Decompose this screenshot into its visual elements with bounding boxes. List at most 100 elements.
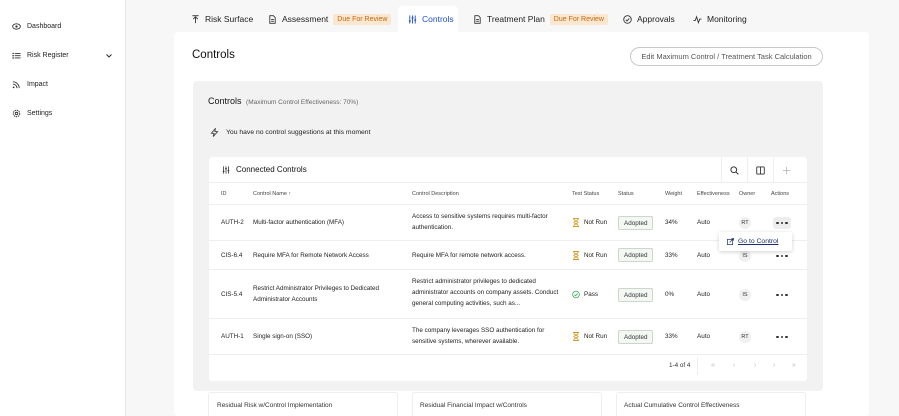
tab-assessment[interactable]: Assessment Due For Review <box>268 11 392 27</box>
plus-icon <box>782 166 791 174</box>
tab-controls[interactable]: Controls <box>408 11 454 27</box>
sidebar-item-dashboard[interactable]: Dashboard <box>12 22 61 31</box>
status-badge[interactable]: Adopted <box>618 288 654 302</box>
cell-effectiveness: Auto <box>697 291 710 298</box>
column-header-name[interactable]: Control Name ↑ <box>253 191 291 197</box>
cell-description: Access to sensitive systems requires mul… <box>412 213 548 231</box>
column-header-owner[interactable]: Owner <box>739 191 755 197</box>
panel-title: Controls (Maximum Control Effectiveness:… <box>208 96 358 106</box>
more-actions-button[interactable] <box>773 331 791 343</box>
column-header-name-text: Control Name <box>253 191 287 197</box>
page-title: Controls <box>192 49 235 61</box>
table-header-bar: Connected Controls <box>209 157 807 183</box>
owner-avatar[interactable]: RT <box>739 331 751 343</box>
test-status: Pass <box>572 290 598 299</box>
tab-label: Treatment Plan <box>487 14 545 24</box>
more-actions-button[interactable] <box>773 217 791 229</box>
cumulative-effectiveness-title: Actual Cumulative Control Effectiveness <box>624 402 740 409</box>
test-status-text: Pass <box>584 291 598 298</box>
cell-name: Single sign-on (SSO) <box>253 333 313 340</box>
column-header-test-status[interactable]: Test Status <box>572 191 599 197</box>
due-for-review-badge: Due For Review <box>333 13 392 25</box>
first-page-icon[interactable]: « <box>711 362 715 369</box>
cell-id: CIS-6.4 <box>221 252 243 259</box>
owner-avatar[interactable]: IS <box>739 289 751 301</box>
due-for-review-badge: Due For Review <box>549 13 608 25</box>
page-number-icon[interactable]: › <box>754 362 756 369</box>
column-header-description[interactable]: Control Description <box>412 191 459 197</box>
column-header-actions: Actions <box>771 191 790 197</box>
document-icon <box>269 14 276 24</box>
cell-name: Restrict Administrator Privileges to Ded… <box>253 285 379 303</box>
external-link-icon <box>727 238 734 245</box>
tab-treatment-plan[interactable]: Treatment Plan Due For Review <box>473 11 608 27</box>
columns-button[interactable] <box>747 157 773 183</box>
suggestion-message: You have no control suggestions at this … <box>210 128 370 137</box>
previous-page-icon[interactable]: ‹ <box>733 362 735 369</box>
test-status: Not Run <box>572 332 607 341</box>
sidebar-item-label: Settings <box>27 110 53 117</box>
search-icon <box>730 165 739 175</box>
cell-weight: 33% <box>665 252 678 259</box>
table-toolbar <box>721 157 799 183</box>
max-effectiveness-label: (Maximum Control Effectiveness: 70%) <box>246 99 359 106</box>
tab-label: Assessment <box>282 14 329 24</box>
owner-avatar[interactable]: IS <box>739 250 751 262</box>
search-button[interactable] <box>721 157 747 183</box>
test-status: Not Run <box>572 251 607 260</box>
cell-weight: 0% <box>665 291 675 298</box>
sidebar: Dashboard Risk Register Impact Settings <box>0 0 126 416</box>
more-actions-button[interactable] <box>773 250 791 262</box>
status-badge[interactable]: Adopted <box>618 216 654 230</box>
go-to-control-menu-item[interactable]: Go to Control <box>719 232 792 251</box>
add-control-button[interactable] <box>773 157 799 183</box>
hourglass-icon <box>573 218 579 227</box>
cell-name: Multi-factor authentication (MFA) <box>253 219 344 226</box>
test-status-text: Not Run <box>584 252 608 259</box>
tab-risk-surface[interactable]: Risk Surface <box>191 11 253 27</box>
cell-effectiveness: Auto <box>697 252 710 259</box>
edit-calculation-button[interactable]: Edit Maximum Control / Treatment Task Ca… <box>630 47 823 66</box>
pagination-range: 1-4 of 4 <box>669 362 691 369</box>
last-page-icon[interactable]: » <box>792 362 796 369</box>
table-row[interactable]: CIS-6.4 Require MFA for Remote Network A… <box>209 241 807 270</box>
cell-weight: 34% <box>665 219 678 226</box>
chevron-down-icon[interactable] <box>105 52 113 60</box>
connected-controls-table: Connected Controls ID Control Name ↑ Con… <box>209 157 807 381</box>
status-badge[interactable]: Adopted <box>618 330 654 344</box>
pulse-icon <box>693 14 702 24</box>
sidebar-item-risk-register[interactable]: Risk Register <box>12 51 69 60</box>
table-row[interactable]: CIS-5.4 Restrict Administrator Privilege… <box>209 270 807 319</box>
column-header-id[interactable]: ID <box>221 191 227 197</box>
tab-monitoring[interactable]: Monitoring <box>693 11 747 27</box>
table-row[interactable]: AUTH-1 Single sign-on (SSO) The company … <box>209 319 807 355</box>
cell-description: Restrict administrator privileges to ded… <box>412 278 559 307</box>
column-header-status[interactable]: Status <box>618 191 634 197</box>
main-area: Risk Surface Assessment Due For Review C… <box>126 0 899 416</box>
cell-effectiveness: Auto <box>697 219 710 226</box>
tab-approvals[interactable]: Approvals <box>623 11 675 27</box>
controls-panel: Controls (Maximum Control Effectiveness:… <box>193 81 823 391</box>
owner-avatar[interactable]: RT <box>739 217 751 229</box>
sort-ascending-icon: ↑ <box>288 191 292 197</box>
column-header-effectiveness[interactable]: Effectiveness <box>697 191 730 197</box>
suggestion-text: You have no control suggestions at this … <box>226 129 371 136</box>
status-badge[interactable]: Adopted <box>618 248 654 262</box>
sliders-icon <box>408 14 417 24</box>
sidebar-item-impact[interactable]: Impact <box>12 80 48 89</box>
sidebar-item-settings[interactable]: Settings <box>12 109 52 118</box>
test-status: Not Run <box>572 218 607 227</box>
table-title: Connected Controls <box>222 165 307 174</box>
columns-icon <box>756 165 765 175</box>
more-actions-button[interactable] <box>773 289 791 301</box>
sidebar-item-label: Dashboard <box>27 23 62 30</box>
tab-label: Approvals <box>637 14 675 24</box>
table-row[interactable]: AUTH-2 Multi-factor authentication (MFA)… <box>209 205 807 241</box>
test-status-text: Not Run <box>584 333 608 340</box>
column-header-weight[interactable]: Weight <box>665 191 682 197</box>
eye-icon <box>12 23 21 30</box>
test-status-text: Not Run <box>584 219 608 226</box>
residual-risk-title: Residual Risk w/Control Implementation <box>217 402 333 409</box>
next-page-icon[interactable]: › <box>773 362 775 369</box>
residual-financial-impact-title: Residual Financial Impact w/Controls <box>420 402 527 409</box>
